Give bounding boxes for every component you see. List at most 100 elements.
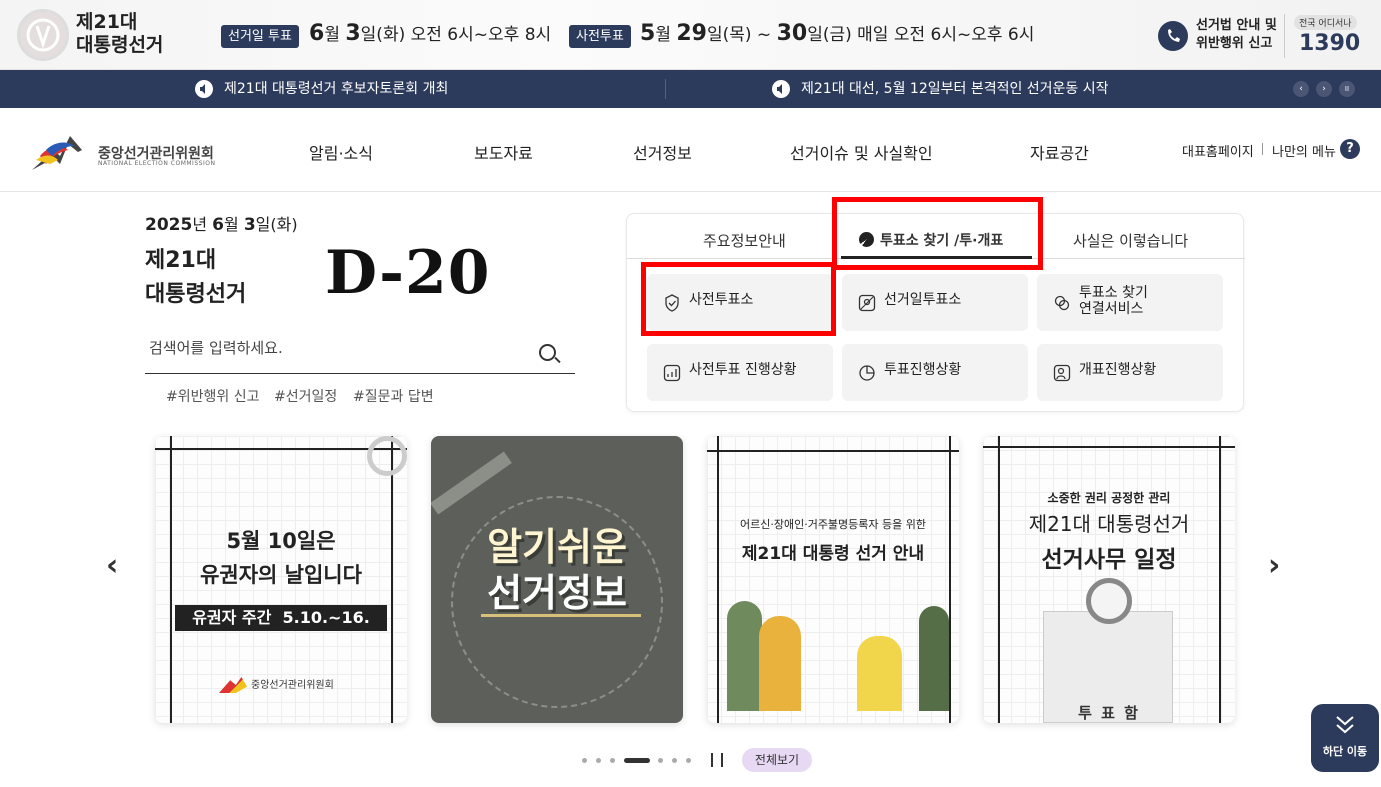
- frame-line: [707, 450, 959, 452]
- election-day-place-button[interactable]: 선거일투표소: [842, 274, 1028, 331]
- hotline-link[interactable]: 선거법 안내 및 위반행위 신고: [1196, 17, 1277, 53]
- pagination-dot[interactable]: [596, 758, 601, 763]
- early-vote-progress-button[interactable]: 사전투표 진행상황: [647, 344, 833, 401]
- highlight-box: [832, 197, 1043, 270]
- menu-election-info[interactable]: 선거정보: [633, 140, 692, 164]
- polling-place-link-label-line2: 연결서비스: [1079, 301, 1144, 317]
- carousel-next-button[interactable]: ›: [1268, 548, 1280, 583]
- main-navigation: 중앙선거관리위원회 NATIONAL ELECTION COMMISSION 알…: [0, 108, 1381, 192]
- card-easy-election-info[interactable]: 알기쉬운 선거정보: [431, 436, 683, 723]
- scroll-bottom-button[interactable]: 하단 이동: [1311, 704, 1379, 772]
- pagination-dot[interactable]: [582, 758, 587, 763]
- card-guide-title: 제21대 대통령 선거 안내: [741, 544, 925, 564]
- divider: [1284, 14, 1285, 58]
- card-election-schedule[interactable]: 소중한 권리 공정한 관리 제21대 대통령선거 선거사무 일정 투 표 함: [983, 436, 1235, 723]
- frame-line: [717, 436, 719, 723]
- menu-issues[interactable]: 선거이슈 및 사실확인: [790, 140, 933, 164]
- link-icon: [1054, 295, 1070, 311]
- news-pause-button[interactable]: II: [1339, 81, 1355, 97]
- hotline-number[interactable]: 1390: [1299, 31, 1360, 56]
- search-input[interactable]: [149, 339, 529, 357]
- chevron-down-icon: [1336, 716, 1354, 734]
- tag-election-schedule[interactable]: #선거일정: [274, 386, 337, 406]
- card-voters-day[interactable]: 5월 10일은 유권자의 날입니다 유권자 주간 5.10.~16. 중앙선거관…: [155, 436, 407, 723]
- early-vote-progress-label: 사전투표 진행상황: [689, 362, 797, 378]
- pagination-dot[interactable]: [658, 758, 663, 763]
- search-icon[interactable]: [539, 344, 556, 361]
- card-schedule-title2: 선거사무 일정: [1041, 547, 1177, 573]
- count-progress-label: 개표진행상황: [1079, 362, 1157, 378]
- news-item-2[interactable]: 제21대 대선, 5월 12일부터 본격적인 선거운동 시작: [801, 70, 1109, 108]
- card-voters-day-text: 5월 10일은 유권자의 날입니다: [155, 524, 407, 592]
- early-vote-month: 5: [640, 21, 656, 46]
- vote-progress-button[interactable]: 투표진행상황: [842, 344, 1028, 401]
- menu-press[interactable]: 보도자료: [474, 140, 533, 164]
- tag-violation-report[interactable]: #위반행위 신고: [166, 386, 259, 406]
- card-schedule-subtitle: 소중한 권리 공정한 관리: [1047, 491, 1171, 505]
- pagination-dot[interactable]: [686, 758, 691, 763]
- menu-archive[interactable]: 자료공간: [1030, 140, 1089, 164]
- ballot-emblem-icon: [1086, 578, 1132, 624]
- election-name-line2: 대통령선거: [145, 282, 247, 307]
- early-vote-day2: 30: [776, 21, 808, 46]
- tag-faq[interactable]: #질문과 답변: [353, 386, 434, 406]
- election-title[interactable]: 제21대 대통령선거: [76, 11, 163, 57]
- early-vote-month-unit: 월: [655, 25, 671, 45]
- bar-chart-icon: [663, 364, 681, 382]
- date-month-unit: 월: [224, 215, 239, 234]
- election-day-rest: 일(화) 오전 6시~오후 8시: [360, 25, 552, 45]
- help-icon[interactable]: ?: [1340, 139, 1360, 159]
- card-guide-subtitle: 어르신·장애인·거주불명등록자 등을 위한: [739, 518, 927, 531]
- pagination-dot[interactable]: [672, 758, 677, 763]
- phone-icon: [1158, 21, 1188, 51]
- speaker-icon: [772, 80, 790, 98]
- divider: [665, 79, 666, 99]
- frame-line: [983, 446, 1235, 448]
- date-year-unit: 년: [192, 215, 208, 234]
- date-rest: 일(화): [255, 215, 298, 234]
- election-date: 2025년 6월 3일(화): [145, 211, 298, 235]
- nec-logo-icon[interactable]: [30, 130, 92, 176]
- illustration-person: [759, 616, 801, 711]
- election-day-badge: 선거일 투표: [221, 25, 299, 48]
- frame-line: [1219, 436, 1221, 723]
- polling-place-link-label: 투표소 찾기 연결서비스: [1079, 285, 1148, 317]
- tab-key-info[interactable]: 주요정보안내: [703, 230, 786, 258]
- ballot-box-label: 투 표 함: [1078, 704, 1140, 722]
- menu-news[interactable]: 알림·소식: [309, 140, 373, 164]
- early-vote-rest: 일(금) 매일 오전 6시~오후 6시: [807, 25, 1035, 45]
- illustration-person: [919, 606, 949, 711]
- news-next-button[interactable]: ›: [1316, 81, 1332, 97]
- pagination-dot-active[interactable]: [624, 758, 650, 763]
- election-day-day: 3: [345, 21, 361, 46]
- polling-place-link-service-button[interactable]: 투표소 찾기 연결서비스: [1037, 274, 1223, 331]
- election-day-month: 6: [309, 21, 325, 46]
- election-title-line2: 대통령선거: [76, 34, 164, 56]
- emblem-icon: [367, 436, 407, 476]
- my-menu-link[interactable]: 나만의 메뉴: [1272, 141, 1336, 160]
- pause-icon[interactable]: [711, 753, 723, 767]
- main-homepage-link[interactable]: 대표홈페이지: [1182, 141, 1254, 160]
- date-day: 3: [243, 215, 256, 235]
- card-elderly-disabled-guide[interactable]: 어르신·장애인·거주불명등록자 등을 위한 제21대 대통령 선거 안내: [707, 436, 959, 723]
- view-all-button[interactable]: 전체보기: [742, 748, 812, 772]
- hotline-small-label: 전국 어디서나: [1294, 15, 1357, 30]
- election-name: 제21대 대통령선거: [145, 244, 246, 312]
- pagination-dot[interactable]: [610, 758, 615, 763]
- card-easy-election-line2: 선거정보: [487, 571, 627, 615]
- tab-fact-check[interactable]: 사실은 이렇습니다: [1073, 230, 1188, 258]
- count-progress-button[interactable]: 개표진행상황: [1037, 344, 1223, 401]
- card-easy-election-title: 알기쉬운 선거정보: [431, 524, 683, 616]
- illustration-person: [727, 601, 762, 711]
- carousel-prev-button[interactable]: ‹: [106, 548, 118, 583]
- map-pin-icon: [858, 294, 876, 312]
- election-day-place-label: 선거일투표소: [884, 292, 962, 308]
- pie-chart-icon: [859, 365, 875, 381]
- news-item-1[interactable]: 제21대 대통령선거 후보자토론회 개최: [224, 70, 448, 108]
- news-prev-button[interactable]: ‹: [1293, 81, 1309, 97]
- election-day-text: 6월 3일(화) 오전 6시~오후 8시: [309, 20, 551, 46]
- early-vote-text: 5월 29일(목) ~ 30일(금) 매일 오전 6시~오후 6시: [640, 20, 1034, 46]
- card-easy-election-line1: 알기쉬운: [487, 525, 627, 569]
- card-org-name: 중앙선거관리위원회: [251, 680, 334, 691]
- election-emblem-icon: [17, 9, 69, 61]
